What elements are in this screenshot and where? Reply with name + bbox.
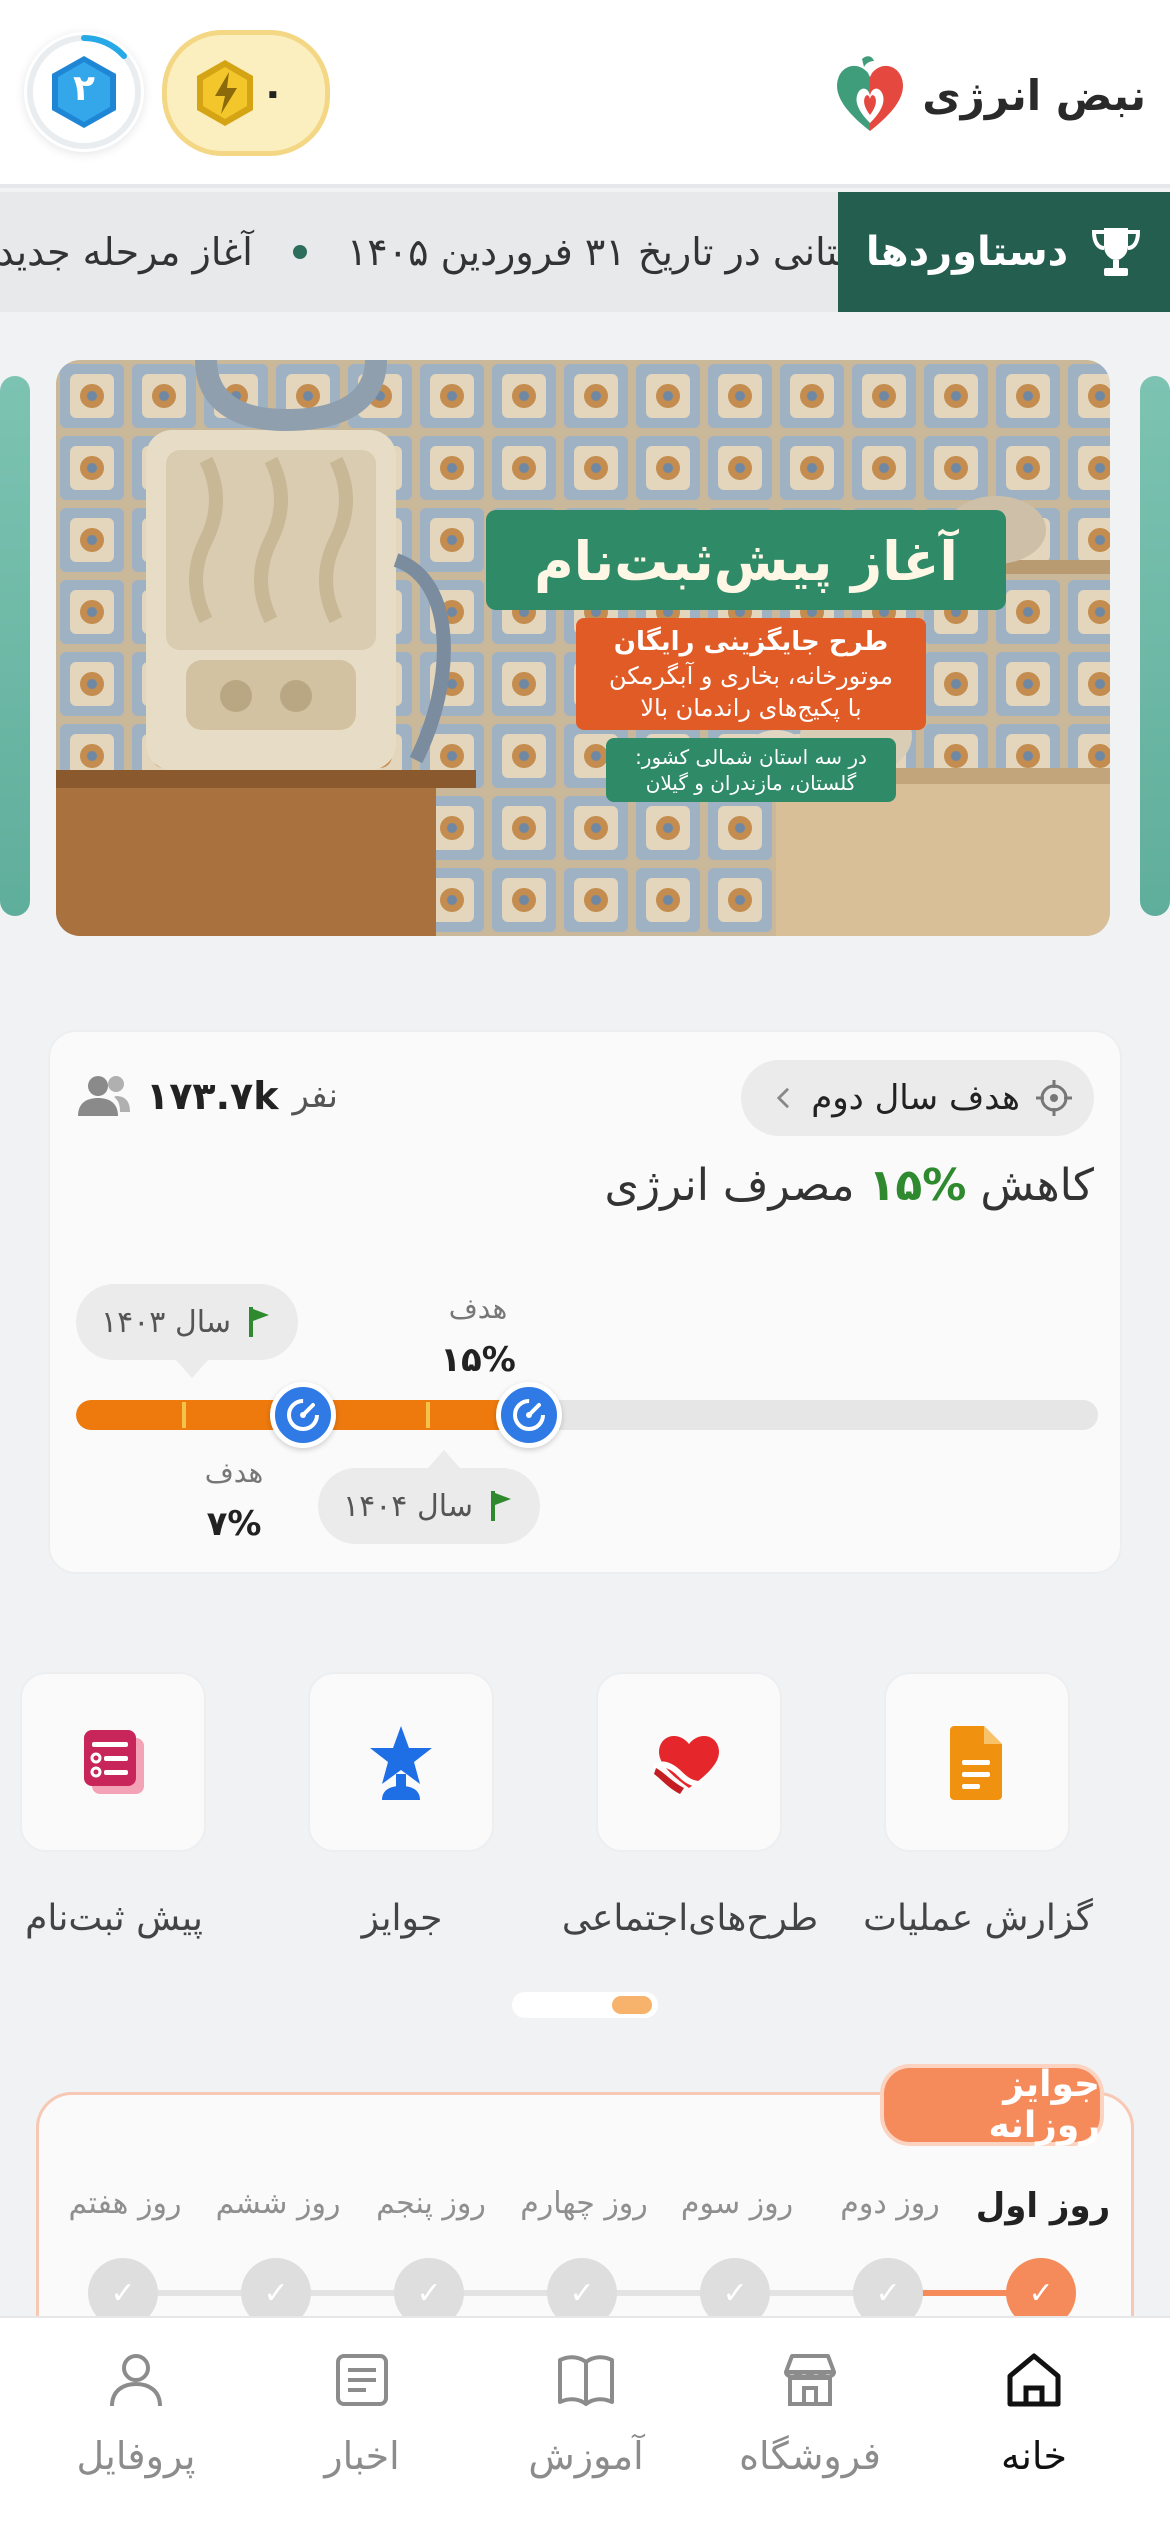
- year-1403-marker[interactable]: [270, 1382, 336, 1448]
- nav-home-label: خانه: [1000, 2434, 1068, 2478]
- day-label-5: روز پنجم: [376, 2186, 486, 2221]
- goal-title-suffix: مصرف انرژی: [604, 1160, 855, 1211]
- operations-report-tile[interactable]: [884, 1672, 1070, 1852]
- energy-coin-icon: [197, 60, 253, 126]
- goal-title-prefix: کاهش: [980, 1160, 1094, 1211]
- day-label-1: روز اول: [975, 2186, 1111, 2226]
- coin-balance[interactable]: ۰: [162, 30, 330, 156]
- target-2-label: هدف: [448, 1292, 508, 1325]
- coin-count: ۰: [260, 70, 285, 116]
- book-icon: [558, 2355, 614, 2406]
- gauge-icon: [287, 1399, 319, 1431]
- brand: نبض انرژی: [832, 50, 1146, 140]
- banner-illustration: آغاز پیش‌ثبت‌نام طرح جایگزینی رایگان موت…: [56, 360, 1110, 936]
- goal-title-percent: %۱۵: [868, 1160, 967, 1211]
- user-icon: [110, 2354, 162, 2407]
- nav-profile[interactable]: پروفایل: [36, 2348, 236, 2518]
- flag-icon: [491, 1491, 512, 1521]
- crosshair-icon: [1036, 1080, 1072, 1116]
- social-projects-tile[interactable]: [596, 1672, 782, 1852]
- level-badge[interactable]: ۲: [24, 32, 144, 152]
- banner-line-1: طرح جایگزینی رایگان: [614, 626, 888, 657]
- nav-store-label: فروشگاه: [739, 2434, 881, 2478]
- bottom-navigation: خانه فروشگاه آموزش اخبار پروفایل: [0, 2316, 1170, 2532]
- ticker-message: ستانی در تاریخ ۳۱ فروردین ۱۴۰۵: [346, 230, 870, 274]
- day-label-2: روز دوم: [840, 2186, 940, 2221]
- heart-logo-icon: [837, 56, 904, 131]
- users-icon: [78, 1076, 130, 1116]
- year-1403-label: سال ۱۴۰۳: [100, 1304, 232, 1340]
- form-list-icon: [84, 1730, 144, 1794]
- store-icon: [784, 2354, 836, 2406]
- goal-chip-label: هدف سال دوم: [811, 1078, 1020, 1118]
- year-1404-bubble: سال ۱۴۰۴: [318, 1450, 540, 1544]
- day-label-6: روز ششم: [215, 2186, 341, 2221]
- banner-line-2: موتورخانه، بخاری و آبگرمکن: [609, 661, 893, 690]
- promo-banner[interactable]: آغاز پیش‌ثبت‌نام طرح جایگزینی رایگان موت…: [56, 360, 1110, 936]
- participants-unit: نفر: [292, 1076, 338, 1116]
- flag-icon: [249, 1307, 270, 1337]
- level-number: ۲: [73, 68, 95, 109]
- nav-news[interactable]: اخبار: [262, 2348, 462, 2518]
- home-icon: [1007, 2353, 1061, 2407]
- achievements-label: دستاوردها: [865, 229, 1069, 275]
- ticker-separator: [292, 245, 307, 259]
- day-label-4: روز چهارم: [520, 2186, 648, 2221]
- target-15-tick: [426, 1402, 430, 1428]
- participants: نفر ۱۷۳.۷k: [76, 1066, 338, 1126]
- goal-progress-card: هدف سال دوم نفر ۱۷۳.۷k کاهش %۱۵ مصرف انر…: [48, 1030, 1122, 1574]
- pager-active-dot: [612, 1996, 652, 2014]
- heart-hand-icon: [653, 1735, 719, 1794]
- app-name: نبض انرژی: [922, 70, 1146, 120]
- achievements-button[interactable]: دستاوردها: [838, 192, 1170, 312]
- quick-menu-pager[interactable]: [512, 1992, 658, 2018]
- nav-home[interactable]: خانه: [934, 2348, 1134, 2518]
- year-1403-bubble: سال ۱۴۰۳: [76, 1284, 298, 1378]
- award-star-icon: [370, 1726, 432, 1800]
- trophy-icon: [1092, 228, 1141, 276]
- nav-store[interactable]: فروشگاه: [710, 2348, 910, 2518]
- nav-news-label: اخبار: [324, 2434, 400, 2478]
- prizes-tile[interactable]: [308, 1672, 494, 1852]
- day-label-3: روز سوم: [680, 2186, 794, 2221]
- target-7-tick: [182, 1402, 186, 1428]
- operations-report-label: گزارش عملیات: [863, 1898, 1093, 1939]
- news-icon: [336, 2354, 388, 2406]
- nav-education-label: آموزش: [528, 2434, 644, 2478]
- target-1-label: هدف: [204, 1456, 264, 1489]
- day-label-7: روز هفتم: [68, 2186, 182, 2221]
- banner-line-3: با پکیج‌های راندمان بالا: [640, 694, 861, 722]
- pre-registration-tile[interactable]: [20, 1672, 206, 1852]
- nav-profile-label: پروفایل: [76, 2434, 196, 2478]
- home-screen: نبض انرژی ۰ ۲ ستانی در تاریخ ۳۱ فروردین …: [0, 0, 1170, 2532]
- participants-count: ۱۷۳.۷k: [146, 1074, 279, 1118]
- goal-year-chip[interactable]: هدف سال دوم: [741, 1060, 1094, 1136]
- nav-education[interactable]: آموزش: [486, 2348, 686, 2518]
- ticker-messages: ستانی در تاریخ ۳۱ فروردین ۱۴۰۵ آغاز مرحل…: [0, 192, 870, 312]
- social-projects-label: طرح‌های‌اجتماعی: [561, 1898, 819, 1939]
- daily-rewards-title: جوایز روزانه: [880, 2064, 1104, 2146]
- ticker-message: آغاز مرحله جدید: [0, 230, 253, 274]
- goal-title: کاهش %۱۵ مصرف انرژی: [604, 1160, 1094, 1211]
- target-2-value: ۱۵%: [440, 1340, 516, 1380]
- app-header: نبض انرژی ۰ ۲: [0, 0, 1170, 188]
- year-1404-label: سال ۱۴۰۴: [342, 1488, 474, 1524]
- banner-line-5: گلستان، مازندران و گیلان: [646, 771, 857, 795]
- gauge-icon: [513, 1399, 545, 1431]
- prizes-label: جوایز: [361, 1898, 443, 1939]
- banner-headline: آغاز پیش‌ثبت‌نام: [534, 528, 959, 593]
- document-icon: [950, 1726, 1002, 1800]
- goal-progress-bar: [76, 1400, 1098, 1430]
- year-1404-marker[interactable]: [496, 1382, 562, 1448]
- pre-registration-label: پیش ثبت‌نام: [25, 1898, 203, 1939]
- chevron-left-icon: [777, 1088, 789, 1108]
- news-ticker[interactable]: ستانی در تاریخ ۳۱ فروردین ۱۴۰۵ آغاز مرحل…: [0, 192, 1170, 312]
- target-1-value: ۷%: [206, 1504, 262, 1544]
- carousel-next-peek[interactable]: [1140, 376, 1170, 916]
- banner-line-4: در سه استان شمالی کشور:: [635, 745, 867, 769]
- carousel-prev-peek[interactable]: [0, 376, 30, 916]
